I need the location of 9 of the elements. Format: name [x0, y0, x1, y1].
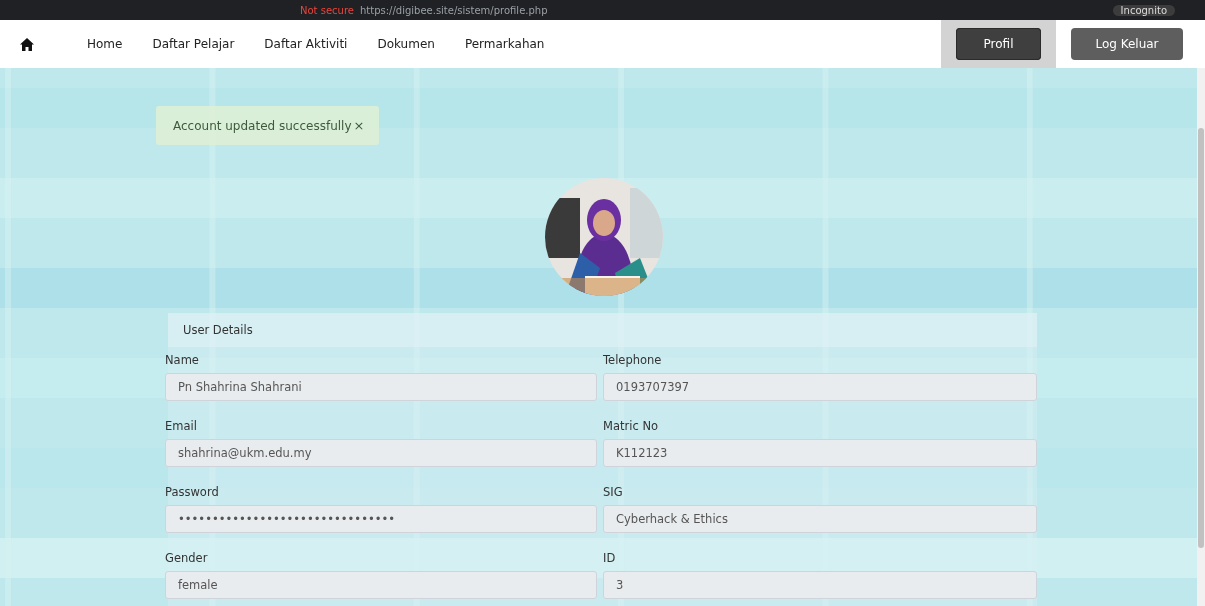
- address-url[interactable]: https://digibee.site/sistem/profile.php: [359, 4, 548, 16]
- home-icon[interactable]: [20, 37, 34, 51]
- nav-link[interactable]: Permarkahan: [449, 20, 560, 68]
- nav-link[interactable]: Daftar Pelajar: [137, 20, 250, 68]
- profile-label[interactable]: Incognito: [1112, 4, 1175, 16]
- nav-link[interactable]: Home: [72, 20, 138, 68]
- security-warning: Not secure: [300, 4, 354, 16]
- nav-link[interactable]: Dokumen: [362, 20, 450, 68]
- nav-link[interactable]: Daftar Aktiviti: [249, 20, 363, 68]
